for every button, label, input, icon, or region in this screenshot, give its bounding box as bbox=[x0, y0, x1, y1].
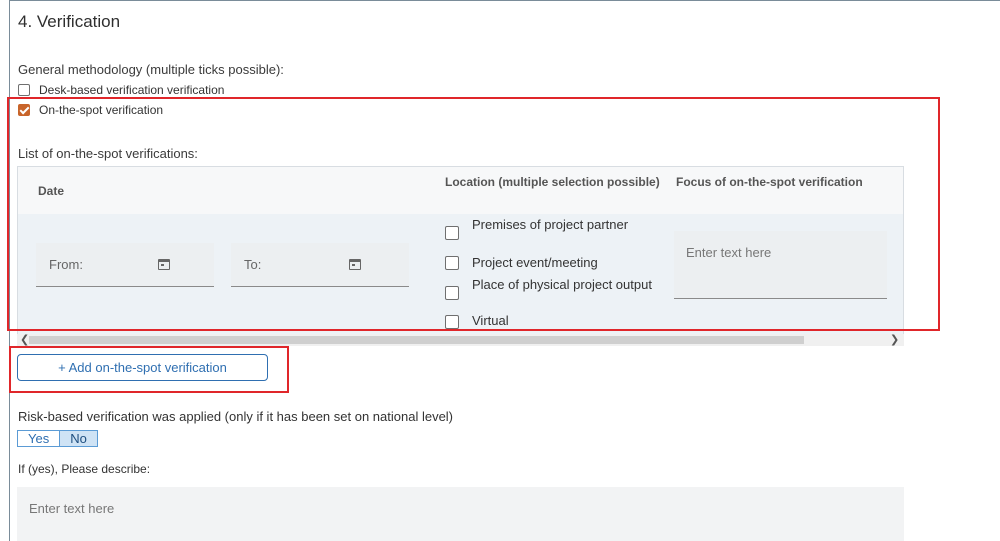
risk-heading: Risk-based verification was applied (onl… bbox=[18, 409, 454, 424]
scroll-left-arrow-icon[interactable]: ❮ bbox=[20, 333, 29, 346]
risk-no-option[interactable]: No bbox=[60, 431, 97, 446]
scroll-thumb[interactable] bbox=[29, 336, 804, 344]
desk-based-label: Desk-based verification verification bbox=[39, 83, 225, 97]
risk-yes-no-toggle: Yes No bbox=[17, 430, 98, 447]
describe-text-input[interactable]: Enter text here bbox=[17, 487, 904, 541]
table-horizontal-scrollbar[interactable]: ❮ ❯ bbox=[17, 334, 904, 346]
describe-placeholder: Enter text here bbox=[29, 501, 115, 516]
desk-based-checkbox[interactable] bbox=[18, 84, 30, 96]
methodology-heading: General methodology (multiple ticks poss… bbox=[18, 62, 284, 77]
risk-yes-option[interactable]: Yes bbox=[18, 431, 61, 446]
highlight-onspot-area bbox=[7, 97, 940, 331]
highlight-add-button bbox=[9, 346, 289, 393]
section-title: 4. Verification bbox=[18, 12, 121, 31]
scroll-right-arrow-icon[interactable]: ❯ bbox=[890, 333, 899, 346]
describe-label: If (yes), Please describe: bbox=[18, 462, 151, 476]
